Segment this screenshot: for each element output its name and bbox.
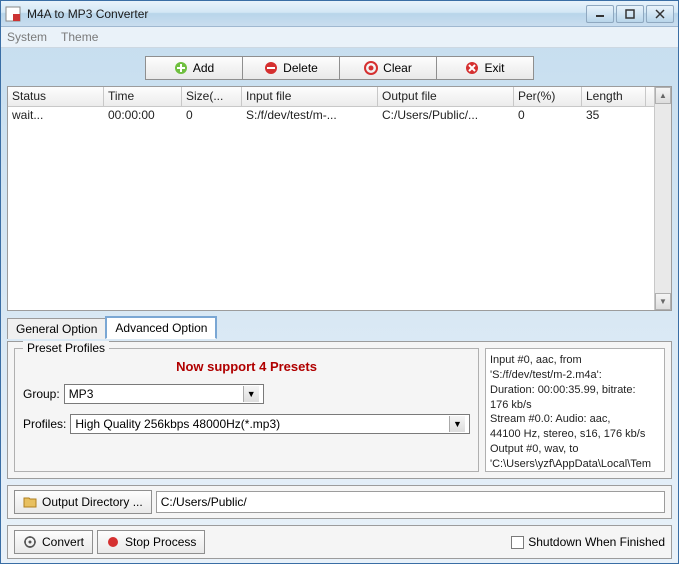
cell-input: S:/f/dev/test/m-...	[242, 107, 378, 125]
info-line: 176 kb/s	[490, 398, 660, 413]
app-window: M4A to MP3 Converter System Theme Add De…	[0, 0, 679, 564]
scroll-up-icon[interactable]: ▲	[655, 87, 671, 104]
output-directory-row: Output Directory ...	[7, 485, 672, 519]
output-directory-input[interactable]	[156, 491, 665, 513]
clear-label: Clear	[383, 61, 412, 75]
col-length[interactable]: Length	[582, 87, 646, 106]
exit-label: Exit	[484, 61, 504, 75]
preset-profiles-fieldset: Preset Profiles Now support 4 Presets Gr…	[14, 348, 479, 472]
preset-legend: Preset Profiles	[23, 341, 109, 355]
add-button[interactable]: Add	[145, 56, 243, 80]
cell-output: C:/Users/Public/...	[378, 107, 514, 125]
options-panel: Preset Profiles Now support 4 Presets Gr…	[7, 341, 672, 479]
maximize-button[interactable]	[616, 5, 644, 23]
clear-button[interactable]: Clear	[339, 56, 437, 80]
col-output[interactable]: Output file	[378, 87, 514, 106]
group-value: MP3	[69, 387, 94, 401]
shutdown-checkbox-wrap[interactable]: Shutdown When Finished	[511, 535, 665, 549]
menubar: System Theme	[1, 27, 678, 48]
info-line: Output #0, wav, to	[490, 442, 660, 457]
exit-icon	[465, 61, 479, 75]
stop-label: Stop Process	[125, 535, 196, 549]
exit-button[interactable]: Exit	[436, 56, 534, 80]
profiles-label: Profiles:	[23, 417, 66, 431]
plus-icon	[174, 61, 188, 75]
col-per[interactable]: Per(%)	[514, 87, 582, 106]
table-header-row: Status Time Size(... Input file Output f…	[8, 87, 654, 107]
group-select[interactable]: MP3 ▼	[64, 384, 264, 404]
col-size[interactable]: Size(...	[182, 87, 242, 106]
add-label: Add	[193, 61, 214, 75]
chevron-down-icon: ▼	[243, 386, 259, 402]
menu-theme[interactable]: Theme	[61, 30, 98, 44]
shutdown-checkbox[interactable]	[511, 536, 524, 549]
minimize-button[interactable]	[586, 5, 614, 23]
cell-per: 0	[514, 107, 582, 125]
tab-advanced[interactable]: Advanced Option	[105, 316, 217, 339]
delete-label: Delete	[283, 61, 318, 75]
stop-icon	[106, 535, 120, 549]
stop-button[interactable]: Stop Process	[97, 530, 205, 554]
app-icon	[5, 6, 21, 22]
toolbar: Add Delete Clear Exit	[7, 52, 672, 84]
col-time[interactable]: Time	[104, 87, 182, 106]
cell-status: wait...	[8, 107, 104, 125]
info-line: Stream #0.0: Audio: aac,	[490, 412, 660, 427]
shutdown-label: Shutdown When Finished	[528, 535, 665, 549]
convert-label: Convert	[42, 535, 84, 549]
table-scrollbar[interactable]: ▲ ▼	[654, 87, 671, 310]
menu-system[interactable]: System	[7, 30, 47, 44]
presets-message: Now support 4 Presets	[23, 359, 470, 374]
table-row[interactable]: wait... 00:00:00 0 S:/f/dev/test/m-... C…	[8, 107, 654, 125]
cell-time: 00:00:00	[104, 107, 182, 125]
info-line: 'S:/f/dev/test/m-2.m4a':	[490, 368, 660, 383]
media-info-box: Input #0, aac, from 'S:/f/dev/test/m-2.m…	[485, 348, 665, 472]
scroll-down-icon[interactable]: ▼	[655, 293, 671, 310]
options-tabs: General Option Advanced Option	[7, 317, 672, 339]
window-title: M4A to MP3 Converter	[27, 7, 586, 21]
info-line: 44100 Hz, stereo, s16, 176 kb/s	[490, 427, 660, 442]
info-line: Input #0, aac, from	[490, 353, 660, 368]
close-button[interactable]	[646, 5, 674, 23]
action-row: Convert Stop Process Shutdown When Finis…	[7, 525, 672, 559]
delete-button[interactable]: Delete	[242, 56, 340, 80]
window-controls	[586, 5, 674, 23]
chevron-down-icon: ▼	[449, 416, 465, 432]
tab-general[interactable]: General Option	[7, 318, 106, 339]
folder-icon	[23, 495, 37, 509]
info-line: Duration: 00:00:35.99, bitrate:	[490, 383, 660, 398]
col-input[interactable]: Input file	[242, 87, 378, 106]
convert-icon	[23, 535, 37, 549]
output-directory-label: Output Directory ...	[42, 495, 143, 509]
file-table: Status Time Size(... Input file Output f…	[7, 86, 672, 311]
cell-length: 35	[582, 107, 646, 125]
minus-icon	[264, 61, 278, 75]
col-status[interactable]: Status	[8, 87, 104, 106]
titlebar: M4A to MP3 Converter	[1, 1, 678, 27]
output-directory-button[interactable]: Output Directory ...	[14, 490, 152, 514]
profiles-select[interactable]: High Quality 256kbps 48000Hz(*.mp3) ▼	[70, 414, 470, 434]
profiles-value: High Quality 256kbps 48000Hz(*.mp3)	[75, 417, 280, 431]
clear-icon	[364, 61, 378, 75]
convert-button[interactable]: Convert	[14, 530, 93, 554]
cell-size: 0	[182, 107, 242, 125]
info-line: 'C:\Users\yzf\AppData\Local\Tem	[490, 457, 660, 472]
group-label: Group:	[23, 387, 60, 401]
content-area: Add Delete Clear Exit Status Time Size(.…	[1, 48, 678, 563]
